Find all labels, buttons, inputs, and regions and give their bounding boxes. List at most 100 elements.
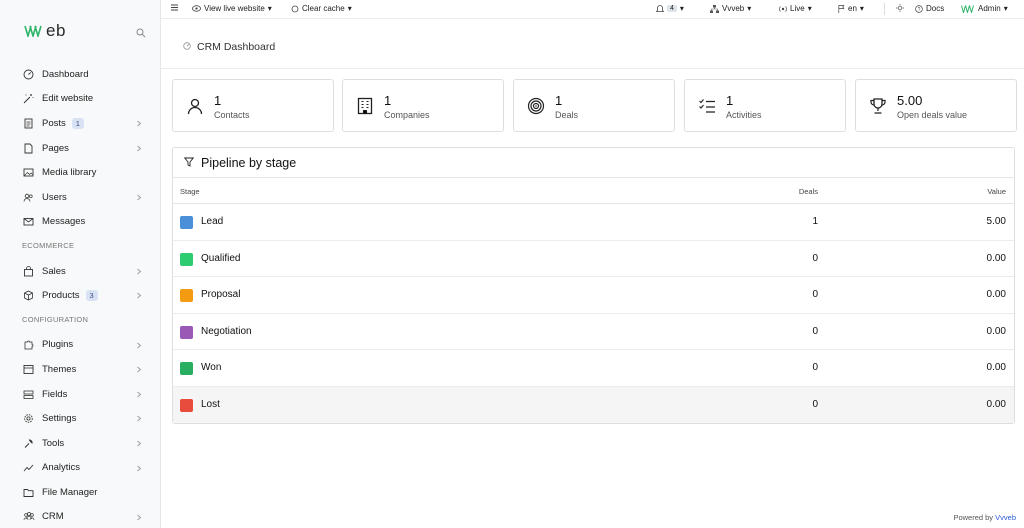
pipeline-table-header: Stage Deals Value (173, 178, 1014, 204)
page-icon (22, 142, 35, 155)
stage-value: 0.00 (986, 398, 1006, 410)
sidebar-item-label: Themes (42, 363, 77, 375)
footer-prefix: Powered by (953, 513, 994, 522)
docs-link[interactable]: ? Docs (915, 4, 944, 13)
user-avatar-icon (961, 4, 974, 13)
sidebar-item-edit-website[interactable]: Edit website (0, 87, 160, 112)
chevron-right-icon (136, 513, 142, 524)
sidebar-item-label: Fields (42, 388, 68, 400)
sitemap-icon (710, 4, 719, 13)
stat-card-open-deals-value[interactable]: 5.00 Open deals value (855, 79, 1017, 132)
chevron-right-icon (136, 414, 142, 425)
pipeline-title: Pipeline by stage (201, 156, 297, 170)
stat-card-activities[interactable]: 1 Activities (684, 79, 846, 132)
chevron-right-icon (136, 365, 142, 376)
stage-deals: 1 (812, 216, 818, 227)
stat-value: 1 (555, 93, 563, 108)
chevron-right-icon (136, 439, 142, 450)
docs-label: Docs (926, 4, 945, 13)
puzzle-icon (22, 338, 35, 351)
sidebar-nav-configuration: Plugins Themes Fields Settings Tools Analytic… (0, 333, 160, 528)
stage-color-swatch (180, 289, 193, 302)
clear-cache-button[interactable]: Clear cache ▾ (291, 4, 352, 13)
topbar-divider (884, 3, 885, 15)
language-selector[interactable]: en ▾ (838, 4, 864, 13)
users-icon (22, 191, 35, 204)
column-header-deals: Deals (798, 187, 818, 196)
column-header-value: Value (987, 187, 1006, 196)
table-row: Qualified 0 0.00 (173, 241, 1014, 277)
target-icon (527, 97, 545, 115)
sidebar-item-users[interactable]: Users (0, 185, 160, 210)
fields-icon (22, 388, 35, 401)
topbar: View live website ▾ Clear cache ▾ 4 ▾ Vv… (161, 0, 1024, 19)
chevron-down-icon: ▾ (859, 4, 864, 13)
sidebar-item-pages[interactable]: Pages (0, 136, 160, 161)
sidebar-item-file-manager[interactable]: File Manager (0, 480, 160, 505)
sidebar-item-themes[interactable]: Themes (0, 357, 160, 382)
chevron-down-icon: ▾ (267, 4, 272, 13)
sidebar-item-messages[interactable]: Messages (0, 210, 160, 235)
trophy-icon (869, 97, 887, 115)
stat-card-deals[interactable]: 1 Deals (513, 79, 675, 132)
site-selector[interactable]: Vvveb ▾ (710, 4, 751, 13)
sidebar-item-tools[interactable]: Tools (0, 431, 160, 456)
sidebar-nav-ecommerce: Sales Products 3 (0, 259, 160, 308)
user-menu[interactable]: Admin ▾ (961, 4, 1008, 13)
table-row: Proposal 0 0.00 (173, 277, 1014, 314)
view-live-website-button[interactable]: View live website ▾ (192, 4, 272, 13)
wrench-icon (22, 437, 35, 450)
sidebar-item-plugins[interactable]: Plugins (0, 333, 160, 358)
sidebar-item-products[interactable]: Products 3 (0, 283, 160, 308)
stage-value: 5.00 (986, 216, 1006, 227)
footer-brand-link[interactable]: Vvveb (995, 513, 1016, 522)
mode-selector[interactable]: Live ▾ (779, 4, 812, 13)
filter-icon (183, 157, 195, 170)
stat-label: Activities (726, 110, 762, 120)
stage-name: Negotiation (201, 325, 252, 337)
stat-label: Deals (555, 110, 579, 120)
sidebar-item-settings[interactable]: Settings (0, 406, 160, 431)
page-header: CRM Dashboard (161, 20, 1024, 69)
site-label: Vvveb (722, 4, 745, 13)
stat-card-companies[interactable]: 1 Companies (342, 79, 504, 132)
sidebar-item-media-library[interactable]: Media library (0, 160, 160, 185)
section-label-ecommerce: ECOMMERCE (22, 241, 75, 251)
stage-color-swatch (180, 325, 193, 339)
stat-label: Open deals value (897, 110, 968, 120)
stage-deals: 0 (812, 398, 818, 410)
stat-value: 1 (726, 93, 734, 108)
mail-icon (22, 215, 35, 228)
logo[interactable]: eb (24, 21, 66, 41)
chevron-right-icon (136, 390, 142, 401)
sidebar-item-sales[interactable]: Sales (0, 259, 160, 284)
sidebar-item-label: Tools (42, 437, 65, 449)
section-label-configuration: CONFIGURATION (22, 314, 89, 324)
stage-color-swatch (180, 398, 193, 412)
sidebar-item-label: Edit website (42, 93, 94, 105)
count-badge: 3 (85, 290, 98, 302)
svg-text:?: ? (918, 7, 921, 13)
box-icon (22, 289, 35, 302)
sidebar-item-posts[interactable]: Posts 1 (0, 111, 160, 136)
stage-deals: 0 (812, 252, 818, 264)
stage-value: 0.00 (986, 289, 1006, 300)
help-icon: ? (915, 4, 923, 13)
stage-deals: 0 (812, 289, 818, 300)
stage-value: 0.00 (986, 252, 1006, 264)
sidebar-item-analytics[interactable]: Analytics (0, 456, 160, 481)
theme-toggle-icon[interactable] (896, 4, 904, 12)
menu-toggle-icon[interactable] (171, 4, 178, 11)
notifications-button[interactable]: 4 ▾ (656, 4, 684, 13)
stat-card-contacts[interactable]: 1 Contacts (172, 79, 334, 132)
chevron-right-icon (136, 144, 142, 155)
pipeline-card: Pipeline by stage Stage Deals Value Lead… (172, 147, 1015, 424)
search-icon[interactable] (136, 28, 146, 41)
sidebar-item-fields[interactable]: Fields (0, 382, 160, 407)
sidebar-item-dashboard[interactable]: Dashboard (0, 62, 160, 87)
chevron-right-icon (136, 193, 142, 204)
sidebar-item-label: Products (42, 290, 80, 302)
dashboard-icon (183, 42, 191, 53)
sidebar-item-crm[interactable]: CRM (0, 505, 160, 528)
table-row: Won 0 0.00 (173, 350, 1014, 387)
